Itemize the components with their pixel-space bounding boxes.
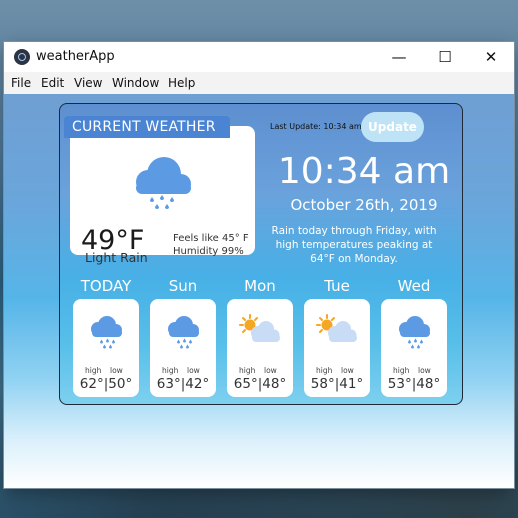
current-condition: Light Rain — [85, 250, 148, 265]
current-weather-title: CURRENT WEATHER — [72, 119, 216, 135]
rain-cloud-icon — [91, 316, 122, 349]
weather-panel: CURRENT WEATHER 49°F Light Rain Feels li… — [59, 103, 463, 405]
partly-cloudy-icon — [239, 314, 280, 342]
high-low-temps: 62°|50° — [79, 376, 133, 392]
day-card: high low 53°|48° — [381, 299, 447, 397]
window-title: weatherApp — [36, 49, 115, 64]
feels-like: Feels like 45° F — [173, 233, 249, 244]
current-date: October 26th, 2019 — [290, 196, 438, 214]
last-update-label: Last Update: 10:34 am — [270, 122, 362, 131]
app-content: CURRENT WEATHER 49°F Light Rain Feels li… — [4, 94, 514, 488]
clock-time: 10:34 am — [277, 151, 451, 192]
menu-edit[interactable]: Edit — [41, 76, 64, 90]
high-label: high — [162, 366, 179, 375]
title-bar[interactable]: weatherApp — ☐ ✕ — [4, 42, 514, 72]
rain-cloud-icon — [136, 157, 191, 209]
low-label: low — [264, 366, 277, 375]
day-name: Mon — [244, 277, 276, 295]
high-label: high — [239, 366, 256, 375]
close-button[interactable]: ✕ — [468, 42, 514, 72]
menu-file[interactable]: File — [11, 76, 31, 90]
high-low-temps: 53°|48° — [387, 376, 441, 392]
high-label: high — [316, 366, 333, 375]
rain-cloud-icon — [168, 316, 199, 349]
maximize-button[interactable]: ☐ — [422, 42, 468, 72]
low-label: low — [341, 366, 354, 375]
rain-cloud-icon — [399, 316, 430, 349]
low-label: low — [110, 366, 123, 375]
day-name: Tue — [324, 277, 350, 295]
partly-cloudy-icon — [316, 314, 357, 342]
day-card: high low 58°|41° — [304, 299, 370, 397]
menu-view[interactable]: View — [74, 76, 102, 90]
low-label: low — [418, 366, 431, 375]
minimize-button[interactable]: — — [376, 42, 422, 72]
day-card: high low 63°|42° — [150, 299, 216, 397]
app-icon — [14, 49, 30, 65]
high-label: high — [85, 366, 102, 375]
update-button[interactable]: Update — [361, 112, 424, 142]
day-name: TODAY — [80, 277, 132, 295]
high-low-temps: 63°|42° — [156, 376, 210, 392]
day-card: high low 65°|48° — [227, 299, 293, 397]
day-card: high low 62°|50° — [73, 299, 139, 397]
menu-bar: File Edit View Window Help — [4, 72, 514, 94]
high-label: high — [393, 366, 410, 375]
forecast-summary: Rain today through Friday, with high tem… — [271, 225, 437, 265]
menu-window[interactable]: Window — [112, 76, 159, 90]
high-low-temps: 58°|41° — [310, 376, 364, 392]
day-name: Sun — [168, 277, 198, 295]
menu-help[interactable]: Help — [168, 76, 195, 90]
day-name: Wed — [397, 277, 431, 295]
high-low-temps: 65°|48° — [233, 376, 287, 392]
app-window: weatherApp — ☐ ✕ File Edit View Window H… — [4, 42, 514, 488]
low-label: low — [187, 366, 200, 375]
humidity: Humidity 99% — [173, 246, 244, 257]
